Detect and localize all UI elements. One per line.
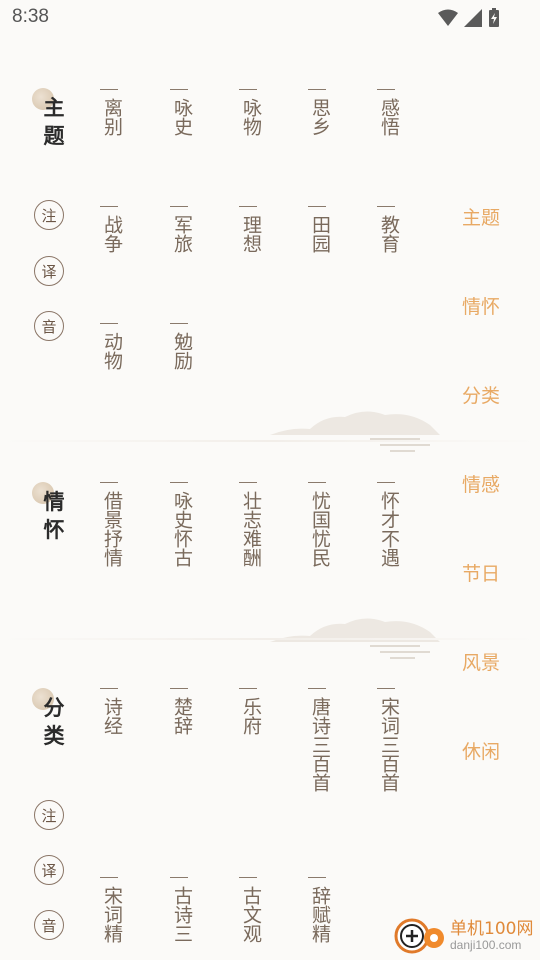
section-title-category: 分 类 — [32, 688, 74, 750]
tag-item[interactable]: 唐诗三百首 — [304, 688, 332, 792]
side-nav-emotion[interactable]: 情感 — [462, 470, 500, 497]
tag-item[interactable]: 理想 — [235, 206, 263, 253]
status-time: 8:38 — [12, 6, 49, 27]
annotation-button[interactable]: 注 — [34, 200, 64, 230]
tag-item[interactable]: 军旅 — [166, 206, 194, 253]
tag-item[interactable]: 忧国忧民 — [304, 482, 332, 567]
divider — [0, 638, 540, 640]
tag-item[interactable]: 怀才不遇 — [373, 482, 401, 567]
tag-item[interactable]: 诗经 — [96, 688, 124, 735]
section-title-sentiment: 情 怀 — [32, 482, 74, 544]
side-nav-leisure[interactable]: 休闲 — [462, 737, 500, 764]
tag-item[interactable]: 宋词三百首 — [373, 688, 401, 792]
side-nav-scenery[interactable]: 风景 — [462, 648, 500, 675]
tag-item[interactable]: 感悟 — [373, 89, 401, 136]
tag-item[interactable]: 咏物 — [235, 89, 263, 136]
tag-item[interactable]: 咏史 — [166, 89, 194, 136]
section-title-theme: 主 题 — [32, 88, 74, 150]
tag-item[interactable]: 楚辞 — [166, 688, 194, 735]
watermark-logo-icon — [394, 918, 444, 954]
tag-item[interactable]: 咏史怀古 — [166, 482, 194, 567]
side-nav-sentiment[interactable]: 情怀 — [462, 292, 500, 319]
translation-button[interactable]: 译 — [34, 256, 64, 286]
tag-item[interactable]: 辞赋精 — [304, 877, 332, 943]
tag-item[interactable]: 古文观 — [235, 877, 263, 943]
tag-item[interactable]: 田园 — [304, 206, 332, 253]
battery-icon — [489, 8, 499, 27]
watermark-title: 单机100网 — [450, 919, 534, 939]
watermark: 单机100网 danji100.com — [390, 910, 540, 960]
tag-item[interactable]: 离别 — [96, 89, 124, 136]
tag-item[interactable]: 乐府 — [235, 688, 263, 735]
status-bar: 8:38 — [0, 0, 540, 36]
tag-item[interactable]: 教育 — [373, 206, 401, 253]
divider — [0, 440, 540, 442]
wifi-icon — [438, 9, 458, 26]
side-nav-festival[interactable]: 节日 — [462, 559, 500, 586]
tag-item[interactable]: 战争 — [96, 206, 124, 253]
side-nav-theme[interactable]: 主题 — [462, 203, 500, 230]
mountain-decoration — [270, 618, 440, 659]
tag-item[interactable]: 勉励 — [166, 323, 194, 370]
watermark-url: danji100.com — [450, 938, 522, 952]
tag-item[interactable]: 古诗三 — [166, 877, 194, 943]
mountain-decoration — [270, 411, 440, 452]
tag-item[interactable]: 借景抒情 — [96, 482, 124, 567]
translation-button[interactable]: 译 — [34, 855, 64, 885]
tag-item[interactable]: 动物 — [96, 323, 124, 370]
audio-button[interactable]: 音 — [34, 910, 64, 940]
cell-signal-icon — [464, 9, 482, 27]
tag-item[interactable]: 思乡 — [304, 89, 332, 136]
annotation-button[interactable]: 注 — [34, 800, 64, 830]
side-nav-category[interactable]: 分类 — [462, 381, 500, 408]
audio-button[interactable]: 音 — [34, 311, 64, 341]
tag-item[interactable]: 壮志难酬 — [235, 482, 263, 567]
status-icons — [438, 8, 500, 28]
tag-item[interactable]: 宋词精 — [96, 877, 124, 943]
